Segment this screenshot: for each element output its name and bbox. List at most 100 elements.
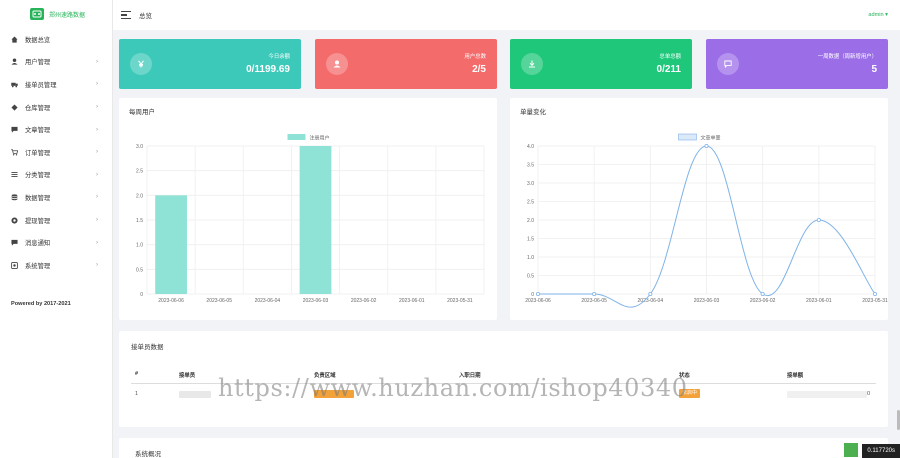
stat-value: 5 — [871, 64, 877, 75]
table-header: # — [135, 371, 138, 377]
data-point[interactable] — [704, 144, 709, 149]
table-header: 接单额 — [787, 373, 804, 379]
y-tick-label: 0.5 — [136, 267, 143, 273]
powered-by: Powered by 2017-2021 — [11, 301, 71, 307]
x-tick-label: 2023-06-01 — [399, 298, 425, 304]
x-tick-label: 2023-06-05 — [206, 298, 232, 304]
sidebar-item[interactable]: 数据管理 › — [0, 186, 112, 209]
message-icon — [10, 239, 18, 247]
data-point[interactable] — [872, 291, 877, 296]
y-tick-label: 0 — [140, 292, 143, 298]
stat-card[interactable]: 总单总额 0/211 — [510, 39, 692, 89]
amount-bar — [787, 391, 867, 398]
user-menu[interactable]: admin ▾ — [868, 12, 888, 18]
data-point[interactable] — [816, 218, 821, 223]
sidebar: 郑州速路数据 数据总览 用户管理 › 接单员管理 › 仓库管理 › 文章管理 › 订单管理 › 分类管… — [0, 0, 113, 458]
sidebar-item[interactable]: 提现管理 › — [0, 209, 112, 232]
legend-swatch — [287, 134, 306, 140]
weekly-users-chart: 0 0.5 1.0 1.5 2.0 2.5 3.0 注册用户 2023-06-06 2023-06… — [136, 134, 485, 304]
sidebar-item-label: 文章管理 — [25, 127, 51, 135]
sidebar-item[interactable]: 文章管理 › — [0, 118, 112, 141]
chevron-right-icon: › — [96, 149, 98, 156]
sidebar-item[interactable]: 数据总览 — [0, 28, 112, 51]
y-tick-label: 1.5 — [527, 237, 534, 243]
x-tick-label: 2023-05-31 — [862, 298, 888, 304]
x-tick-label: 2023-06-05 — [581, 298, 607, 304]
database-icon — [10, 193, 18, 201]
sidebar-item[interactable]: 分类管理 › — [0, 164, 112, 187]
user-icon — [326, 53, 348, 75]
data-point[interactable] — [592, 291, 597, 296]
sidebar-item[interactable]: 订单管理 › — [0, 141, 112, 164]
y-tick-label: 2.5 — [136, 169, 143, 175]
brand-logo-icon — [30, 8, 44, 20]
debug-icon[interactable] — [844, 443, 858, 457]
truck-icon — [10, 80, 18, 88]
sidebar-item[interactable]: 系统管理 › — [0, 254, 112, 277]
page-title: 总览 — [139, 13, 152, 20]
list-icon — [10, 171, 18, 179]
stat-label: 今日余额 — [268, 54, 290, 60]
sidebar-item[interactable]: 仓库管理 › — [0, 96, 112, 119]
sidebar-item-label: 提现管理 — [25, 217, 51, 225]
y-tick-label: 0.5 — [527, 274, 534, 280]
legend-swatch — [678, 133, 697, 141]
courier-table-title: 接单员数据 — [131, 344, 164, 351]
x-tick-label: 2023-06-03 — [303, 298, 329, 304]
stat-card[interactable]: 今日余额 0/1199.69 — [119, 39, 301, 89]
x-tick-label: 2023-06-03 — [694, 298, 720, 304]
data-point[interactable] — [760, 291, 765, 296]
chevron-right-icon: › — [96, 217, 98, 224]
courier-name-redacted — [179, 391, 211, 398]
timer-badge: 0.117720s — [862, 444, 900, 458]
watermark: https://www.huzhan.com/ishop40340 — [218, 374, 688, 402]
order-trend-chart: 00.51.01.52.02.53.03.54.0文章单量2023-06-06 2… — [525, 133, 888, 308]
sidebar-item[interactable]: 用户管理 › — [0, 51, 112, 74]
x-tick-label: 2023-06-01 — [806, 298, 832, 304]
sidebar-item[interactable]: 消息通知 › — [0, 231, 112, 254]
y-tick-label: 2.5 — [527, 200, 534, 206]
system-overview-panel: 系统概况 — [119, 438, 888, 458]
diamond-icon — [10, 103, 18, 111]
stat-card[interactable]: 一周数据（周新增用户） 5 — [706, 39, 888, 89]
sidebar-item-label: 数据总览 — [25, 36, 51, 44]
menu-toggle-icon[interactable] — [121, 11, 131, 19]
y-tick-label: 2.0 — [527, 218, 534, 224]
stat-value: 0/1199.69 — [246, 64, 290, 75]
data-point[interactable] — [648, 291, 653, 296]
y-tick-label: 4.0 — [527, 144, 534, 150]
y-tick-label: 3.0 — [136, 144, 143, 150]
legend-label: 文章单量 — [701, 135, 721, 142]
y-tick-label: 1.0 — [136, 243, 143, 249]
table-header: 接单员 — [179, 373, 196, 379]
sidebar-item-label: 消息通知 — [25, 240, 51, 248]
chevron-right-icon: › — [96, 262, 98, 269]
x-tick-label: 2023-06-02 — [750, 298, 776, 304]
y-tick-label: 3.0 — [527, 181, 534, 187]
sidebar-item[interactable]: 接单员管理 › — [0, 73, 112, 96]
sidebar-item-label: 分类管理 — [25, 172, 51, 180]
sidebar-item-label: 系统管理 — [25, 262, 51, 270]
stat-label: 一周数据（周新增用户） — [817, 54, 877, 60]
stat-label: 用户总数 — [464, 54, 486, 60]
cart-icon — [10, 148, 18, 156]
stat-label: 总单总额 — [659, 54, 681, 60]
chevron-right-icon: › — [96, 239, 98, 246]
sidebar-item-label: 接单员管理 — [25, 81, 57, 89]
y-tick-label: 3.5 — [527, 163, 534, 169]
data-point[interactable] — [535, 291, 540, 296]
user-icon — [10, 58, 18, 66]
chevron-right-icon: › — [96, 104, 98, 111]
stat-value: 2/5 — [472, 64, 486, 75]
bar[interactable] — [155, 195, 187, 294]
home-icon — [10, 35, 18, 43]
comment-icon — [10, 126, 18, 134]
bar[interactable] — [299, 146, 332, 294]
stat-card[interactable]: 用户总数 2/5 — [315, 39, 497, 89]
yen-icon — [130, 53, 152, 75]
sidebar-item-label: 仓库管理 — [25, 104, 51, 112]
brand[interactable]: 郑州速路数据 — [0, 0, 112, 28]
sidebar-menu: 数据总览 用户管理 › 接单员管理 › 仓库管理 › 文章管理 › 订单管理 › 分类管理 › 数据管理 ›… — [0, 28, 112, 277]
x-tick-label: 2023-06-04 — [255, 298, 281, 304]
order-trend-panel: 单量变化 0 0.5 1.0 1.5 2.0 2.5 3.0 3.5 4.0 文章单量 2023-0… — [510, 98, 888, 320]
